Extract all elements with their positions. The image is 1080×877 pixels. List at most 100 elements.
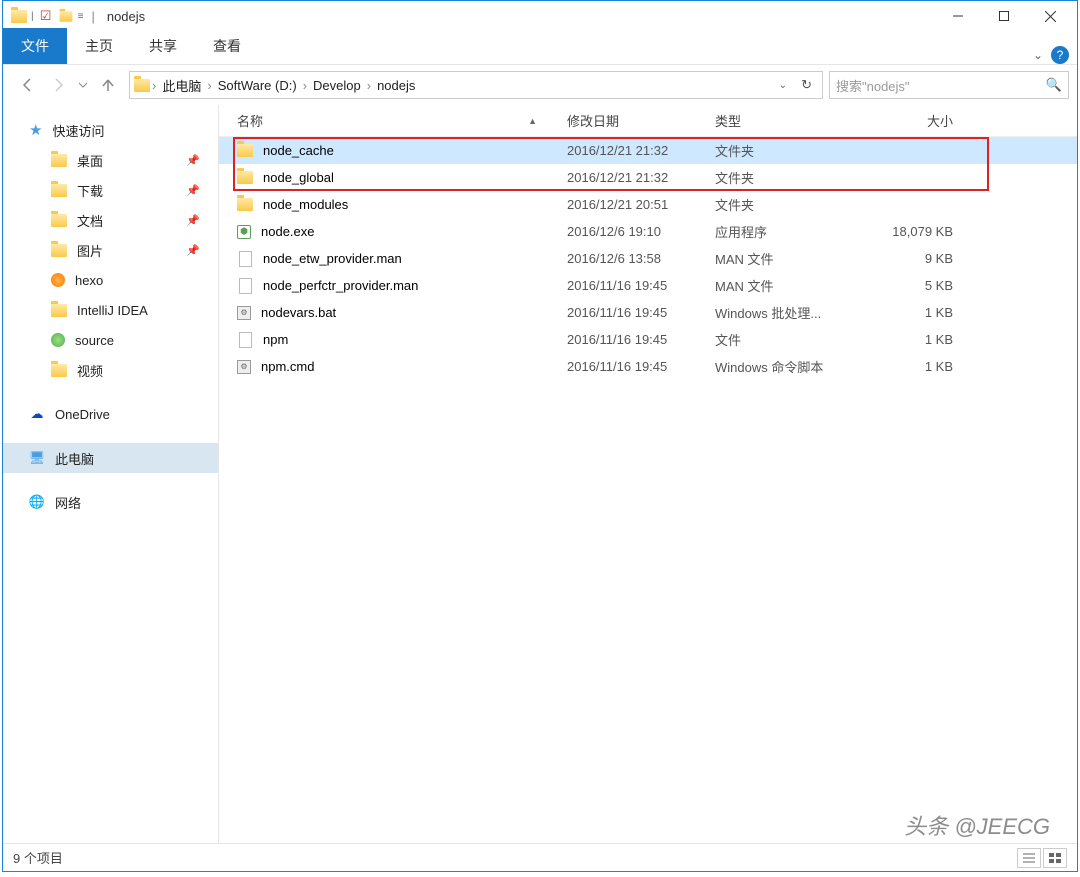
network-icon: 🌐 bbox=[29, 494, 45, 510]
sidebar-item-IntelliJ IDEA[interactable]: IntelliJ IDEA bbox=[3, 295, 218, 325]
file-row[interactable]: npm2016/11/16 19:45文件1 KB bbox=[219, 326, 1077, 353]
file-row[interactable]: node_perfctr_provider.man2016/11/16 19:4… bbox=[219, 272, 1077, 299]
search-placeholder: 搜索"nodejs" bbox=[836, 76, 1046, 95]
col-header-size[interactable]: 大小 bbox=[865, 111, 965, 130]
file-name: node_cache bbox=[263, 143, 334, 158]
address-history-icon[interactable]: ⌄ bbox=[773, 80, 793, 91]
green-icon bbox=[51, 333, 65, 347]
column-headers: 名称 ▲ 修改日期 类型 大小 bbox=[219, 105, 1077, 137]
onedrive-icon: ☁ bbox=[29, 406, 45, 422]
properties-icon[interactable]: ☑ bbox=[38, 8, 54, 24]
recent-dropdown[interactable] bbox=[77, 74, 89, 96]
crumb-develop[interactable]: Develop bbox=[309, 78, 365, 93]
nav-arrows bbox=[11, 74, 125, 96]
up-button[interactable] bbox=[97, 74, 119, 96]
sidebar-item-文档[interactable]: 文档📌 bbox=[3, 205, 218, 235]
sidebar-onedrive[interactable]: ☁ OneDrive bbox=[3, 399, 218, 429]
cell-date: 2016/11/16 19:45 bbox=[567, 305, 715, 320]
cell-type: 文件夹 bbox=[715, 195, 865, 214]
file-name: npm bbox=[263, 332, 288, 347]
folder-icon bbox=[51, 302, 67, 318]
crumb-pc[interactable]: 此电脑 bbox=[158, 76, 205, 95]
ribbon-expand-icon[interactable]: ⌄ bbox=[1033, 48, 1043, 62]
sidebar-item-视频[interactable]: 视频 bbox=[3, 355, 218, 385]
col-header-date[interactable]: 修改日期 bbox=[567, 111, 715, 130]
crumb-drive[interactable]: SoftWare (D:) bbox=[214, 78, 301, 93]
qat: | ☑ ≡ | bbox=[7, 8, 99, 24]
sidebar-network[interactable]: 🌐 网络 bbox=[3, 487, 218, 517]
file-name: node_etw_provider.man bbox=[263, 251, 402, 266]
address-bar[interactable]: › 此电脑 › SoftWare (D:) › Develop › nodejs… bbox=[129, 71, 823, 99]
folder-icon bbox=[237, 197, 253, 213]
explorer-window: | ☑ ≡ | nodejs 文件 主页 共享 查看 ⌄ ? bbox=[2, 0, 1078, 872]
sidebar-item-下载[interactable]: 下载📌 bbox=[3, 175, 218, 205]
file-name: npm.cmd bbox=[261, 359, 314, 374]
tab-view[interactable]: 查看 bbox=[195, 28, 259, 64]
new-folder-icon[interactable] bbox=[58, 8, 74, 24]
cell-type: MAN 文件 bbox=[715, 249, 865, 268]
file-row[interactable]: node_global2016/12/21 21:32文件夹 bbox=[219, 164, 1077, 191]
cell-date: 2016/12/6 13:58 bbox=[567, 251, 715, 266]
this-pc-label: 此电脑 bbox=[55, 449, 94, 468]
cell-name: node_cache bbox=[237, 143, 567, 159]
tab-file[interactable]: 文件 bbox=[3, 28, 67, 64]
col-header-name[interactable]: 名称 ▲ bbox=[237, 111, 567, 130]
ribbon-right: ⌄ ? bbox=[1033, 46, 1077, 64]
chevron-right-icon[interactable]: › bbox=[205, 78, 213, 93]
sidebar-item-label: hexo bbox=[75, 273, 103, 288]
file-row[interactable]: node_cache2016/12/21 21:32文件夹 bbox=[219, 137, 1077, 164]
sidebar-this-pc[interactable]: 🖥 此电脑 bbox=[3, 443, 218, 473]
pin-icon: 📌 bbox=[186, 214, 200, 227]
refresh-icon[interactable]: ↻ bbox=[795, 77, 818, 93]
file-row[interactable]: ⚙npm.cmd2016/11/16 19:45Windows 命令脚本1 KB bbox=[219, 353, 1077, 380]
chevron-right-icon[interactable]: › bbox=[301, 78, 309, 93]
search-input[interactable]: 搜索"nodejs" 🔍 bbox=[829, 71, 1069, 99]
quick-access-label: 快速访问 bbox=[52, 121, 104, 140]
icons-view-button[interactable] bbox=[1043, 848, 1067, 868]
pin-icon: 📌 bbox=[186, 244, 200, 257]
help-icon[interactable]: ? bbox=[1051, 46, 1069, 64]
cell-name: node_perfctr_provider.man bbox=[237, 278, 567, 294]
quick-access[interactable]: ★ 快速访问 bbox=[3, 115, 218, 145]
maximize-button[interactable] bbox=[981, 1, 1027, 31]
file-name: node_perfctr_provider.man bbox=[263, 278, 418, 293]
sidebar-item-label: 下载 bbox=[77, 181, 103, 200]
sidebar-item-图片[interactable]: 图片📌 bbox=[3, 235, 218, 265]
bat-icon: ⚙ bbox=[237, 360, 251, 374]
close-button[interactable] bbox=[1027, 1, 1073, 31]
search-icon[interactable]: 🔍 bbox=[1046, 77, 1062, 93]
file-row[interactable]: node_etw_provider.man 2016/12/6 13:58MAN … bbox=[219, 245, 1077, 272]
file-row[interactable]: ⚙nodevars.bat2016/11/16 19:45Windows 批处理… bbox=[219, 299, 1077, 326]
file-row[interactable]: node_modules2016/12/21 20:51文件夹 bbox=[219, 191, 1077, 218]
col-header-type[interactable]: 类型 bbox=[715, 111, 865, 130]
folder-icon bbox=[51, 242, 67, 258]
title-sep: | bbox=[91, 9, 94, 24]
cell-size: 9 KB bbox=[865, 251, 965, 266]
file-row[interactable]: ⬢node.exe2016/12/6 19:10应用程序18,079 KB bbox=[219, 218, 1077, 245]
cell-type: MAN 文件 bbox=[715, 276, 865, 295]
cell-name: node_modules bbox=[237, 197, 567, 213]
sidebar-item-label: IntelliJ IDEA bbox=[77, 303, 148, 318]
file-icon bbox=[237, 251, 253, 267]
chevron-right-icon[interactable]: › bbox=[150, 78, 158, 93]
back-button[interactable] bbox=[17, 74, 39, 96]
content: ★ 快速访问 桌面📌下载📌文档📌图片📌hexoIntelliJ IDEAsour… bbox=[3, 105, 1077, 843]
cell-size: 1 KB bbox=[865, 332, 965, 347]
pc-icon: 🖥 bbox=[29, 450, 45, 466]
this-pc-group: 🖥 此电脑 bbox=[3, 443, 218, 473]
sidebar-item-hexo[interactable]: hexo bbox=[3, 265, 218, 295]
chevron-right-icon[interactable]: › bbox=[365, 78, 373, 93]
details-view-button[interactable] bbox=[1017, 848, 1041, 868]
sidebar-item-source[interactable]: source bbox=[3, 325, 218, 355]
minimize-button[interactable] bbox=[935, 1, 981, 31]
cell-date: 2016/12/21 21:32 bbox=[567, 170, 715, 185]
tab-home[interactable]: 主页 bbox=[67, 28, 131, 64]
tab-share[interactable]: 共享 bbox=[131, 28, 195, 64]
item-count: 9 个项目 bbox=[13, 848, 63, 867]
qat-more[interactable]: ≡ bbox=[78, 11, 84, 22]
sidebar-item-label: 桌面 bbox=[77, 151, 103, 170]
cell-type: 文件 bbox=[715, 330, 865, 349]
forward-button[interactable] bbox=[47, 74, 69, 96]
crumb-nodejs[interactable]: nodejs bbox=[373, 78, 419, 93]
sidebar-item-桌面[interactable]: 桌面📌 bbox=[3, 145, 218, 175]
